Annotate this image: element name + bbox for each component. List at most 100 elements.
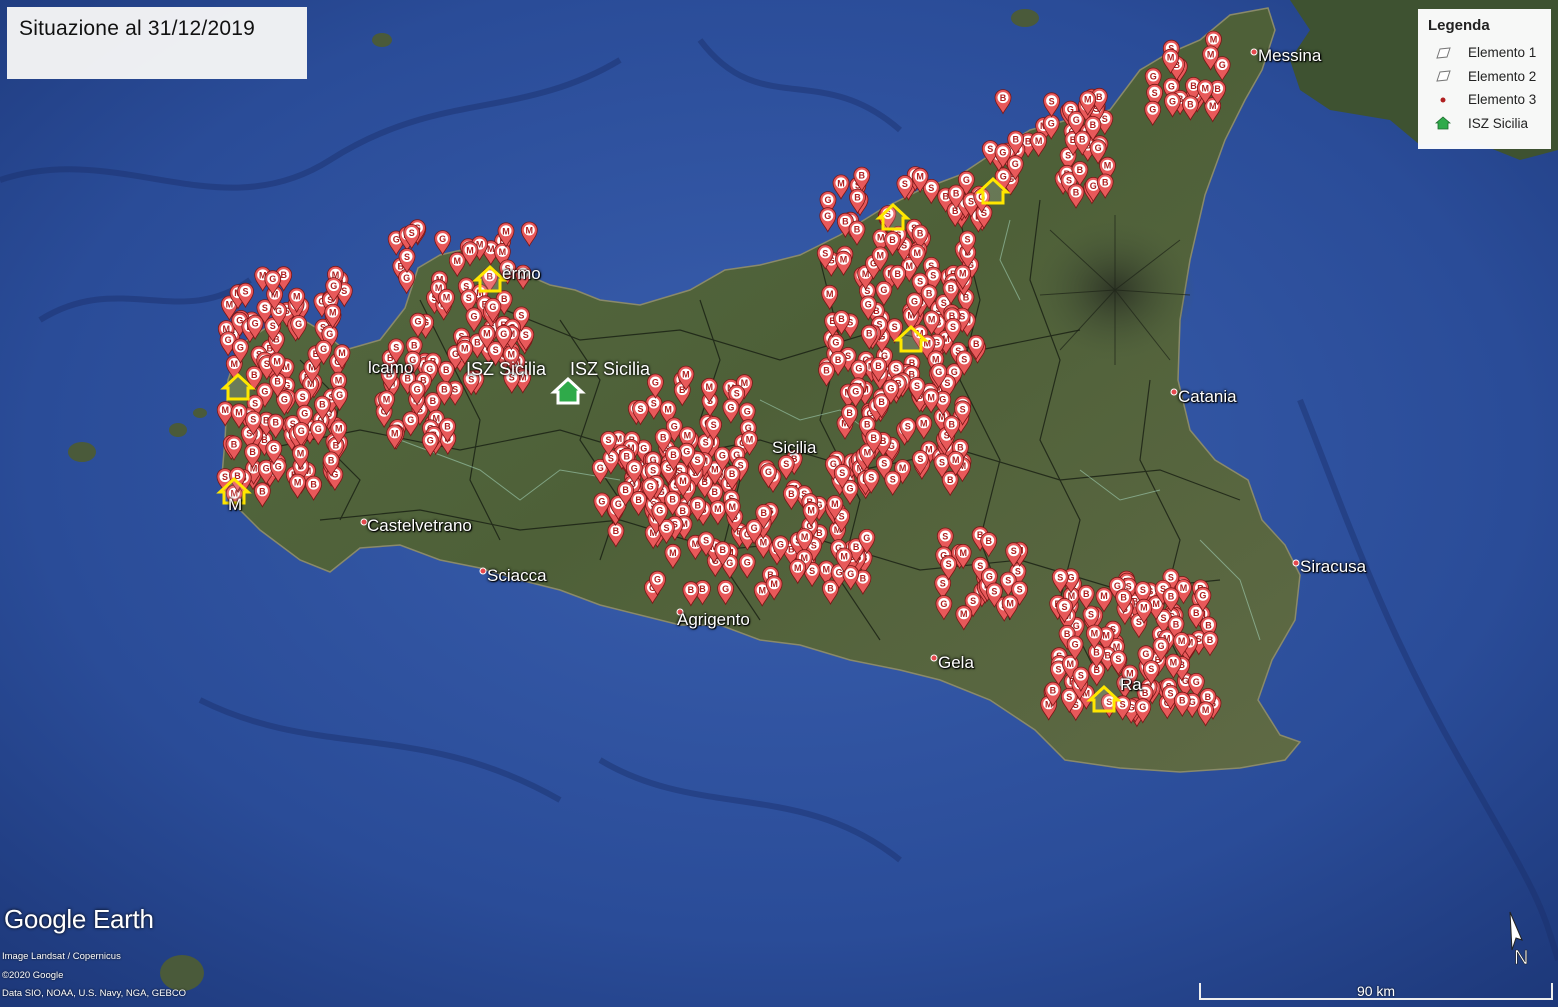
marker-letter: M (711, 464, 719, 474)
marker-letter: B (854, 225, 861, 235)
compass[interactable]: N (1500, 910, 1540, 970)
marker-letter: S (651, 399, 657, 409)
island (1011, 9, 1039, 27)
marker-letter: S (964, 235, 970, 245)
marker-letter: M (335, 424, 343, 434)
marker-letter: M (927, 392, 935, 402)
marker-letter: G (1150, 72, 1157, 82)
city-label-sciacca: Sciacca (487, 566, 547, 585)
marker-letter: B (838, 314, 845, 324)
marker-letter: S (1011, 546, 1017, 556)
marker-letter: G (836, 568, 843, 578)
marker-letter: G (407, 415, 414, 425)
marker-letter: S (409, 228, 415, 238)
isz-label: ISZ Sicilia (466, 359, 547, 379)
marker-letter: S (968, 196, 974, 206)
marker-letter: B (274, 377, 281, 387)
marker-letter: G (777, 539, 784, 549)
marker-letter: B (875, 361, 882, 371)
marker-letter: M (1209, 101, 1217, 111)
marker-letter: S (839, 468, 845, 478)
marker-letter: G (887, 383, 894, 393)
marker-letter: S (939, 457, 945, 467)
marker-letter: M (1202, 83, 1210, 93)
marker-letter: S (946, 559, 952, 569)
marker-letter: B (444, 422, 451, 432)
marker-letter: G (1193, 677, 1200, 687)
marker-letter: S (300, 392, 306, 402)
marker-letter: G (225, 335, 232, 345)
marker-letter: B (635, 495, 642, 505)
marker-letter: G (1169, 96, 1176, 106)
legend-item-3: Elemento 3 (1428, 88, 1541, 112)
marker-letter: M (294, 478, 302, 488)
marker-letter: B (669, 495, 676, 505)
marker-letter: B (1050, 686, 1057, 696)
marker-letter: G (940, 599, 947, 609)
marker-letter: B (1120, 593, 1127, 603)
attribution-imagery: Image Landsat / Copernicus (2, 951, 121, 962)
marker-letter: B (973, 339, 980, 349)
city-label-agrigento: Agrigento (677, 610, 750, 629)
marker-letter: S (1160, 613, 1166, 623)
legend-label: Elemento 1 (1468, 45, 1537, 61)
marker-letter: M (1035, 136, 1043, 146)
marker-letter: G (1149, 105, 1156, 115)
marker-letter: M (1202, 705, 1210, 715)
marker-letter: B (624, 452, 631, 462)
marker-letter: S (1066, 692, 1072, 702)
marker-letter: M (664, 404, 672, 414)
marker-letter: B (1179, 696, 1186, 706)
marker-letter: B (1168, 591, 1175, 601)
marker-letter: S (893, 364, 899, 374)
city-label-castelvetrano: Castelvetrano (367, 516, 472, 535)
marker-letter: G (403, 273, 410, 283)
marker-letter: M (840, 255, 848, 265)
marker-letter: M (669, 548, 677, 558)
marker-letter: M (1091, 629, 1099, 639)
marker-letter: B (1142, 688, 1149, 698)
marker-letter: B (948, 283, 955, 293)
marker-letter: B (1000, 93, 1007, 103)
marker-letter: S (944, 378, 950, 388)
marker-letter: B (670, 450, 677, 460)
marker-letter: S (940, 578, 946, 588)
marker-letter: M (877, 233, 885, 243)
island (372, 33, 392, 47)
marker-letter: B (259, 486, 266, 496)
map-title: Situazione al 31/12/2019 (7, 7, 307, 79)
marker-letter: G (393, 235, 400, 245)
legend-label: ISZ Sicilia (1468, 115, 1529, 131)
green-house-icon (1428, 115, 1458, 131)
city-label-siracusa: Siracusa (1300, 557, 1367, 576)
marker-letter: B (859, 171, 866, 181)
marker-letter: M (959, 548, 967, 558)
city-label-mazara: M (228, 495, 243, 514)
marker-letter: M (297, 448, 305, 458)
marker-letter: G (269, 274, 276, 284)
marker-letter: S (928, 183, 934, 193)
marker-letter: G (470, 311, 477, 321)
marker-letter: B (860, 574, 867, 584)
marker-letter: S (1152, 88, 1158, 98)
marker-letter: G (1012, 159, 1019, 169)
marker-letter: B (712, 487, 719, 497)
marker-letter: S (518, 310, 524, 320)
marker-letter: G (727, 403, 734, 413)
marker-letter: S (1017, 585, 1023, 595)
marker-letter: M (499, 247, 507, 257)
marker-letter: B (1064, 629, 1071, 639)
marker-letter: B (894, 269, 901, 279)
marker-letter: B (948, 419, 955, 429)
marker-letter: M (1210, 35, 1218, 45)
marker-letter: S (905, 422, 911, 432)
marker-letter: G (935, 367, 942, 377)
city-label-catania: Catania (1178, 387, 1237, 406)
marker-letter: M (1140, 603, 1148, 613)
marker-letter: M (1152, 599, 1160, 609)
marker-letter: B (474, 337, 481, 347)
marker-letter: M (338, 348, 346, 358)
marker-letter: G (597, 463, 604, 473)
marker-letter: G (846, 484, 853, 494)
marker-letter: M (706, 382, 714, 392)
